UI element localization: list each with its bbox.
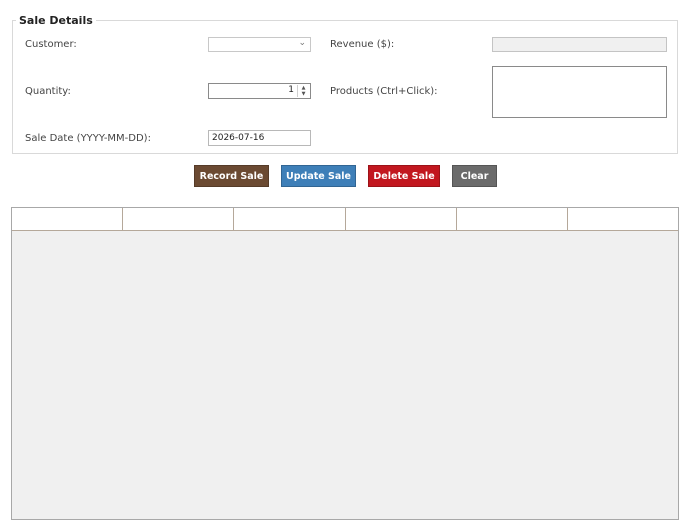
delete-sale-button[interactable]: Delete Sale: [368, 165, 440, 187]
table-column-header[interactable]: [568, 208, 678, 230]
products-label: Products (Ctrl+Click):: [330, 86, 438, 97]
update-sale-button[interactable]: Update Sale: [281, 165, 356, 187]
table-column-header[interactable]: [457, 208, 568, 230]
sale-date-label: Sale Date (YYYY-MM-DD):: [25, 133, 151, 144]
customer-select[interactable]: ⌄: [208, 37, 311, 52]
revenue-label: Revenue ($):: [330, 39, 395, 50]
quantity-label: Quantity:: [25, 86, 71, 97]
quantity-value: 1: [288, 85, 294, 95]
quantity-stepper[interactable]: 1 ▲ ▼: [208, 83, 311, 99]
table-column-header[interactable]: [12, 208, 124, 230]
clear-button[interactable]: Clear: [452, 165, 497, 187]
sale-date-input[interactable]: 2026-07-16: [208, 130, 311, 146]
customer-label: Customer:: [25, 39, 77, 50]
sale-details-legend: Sale Details: [16, 14, 96, 27]
products-listbox[interactable]: [492, 66, 667, 118]
spin-down-icon[interactable]: ▼: [298, 91, 309, 97]
table-header: [12, 208, 678, 231]
revenue-field: [492, 37, 667, 52]
sales-table[interactable]: [11, 207, 679, 520]
quantity-spin-buttons: ▲ ▼: [297, 85, 309, 97]
record-sale-button[interactable]: Record Sale: [194, 165, 269, 187]
table-column-header[interactable]: [123, 208, 235, 230]
table-column-header[interactable]: [234, 208, 346, 230]
table-column-header[interactable]: [346, 208, 457, 230]
chevron-down-icon[interactable]: ⌄: [298, 38, 306, 48]
